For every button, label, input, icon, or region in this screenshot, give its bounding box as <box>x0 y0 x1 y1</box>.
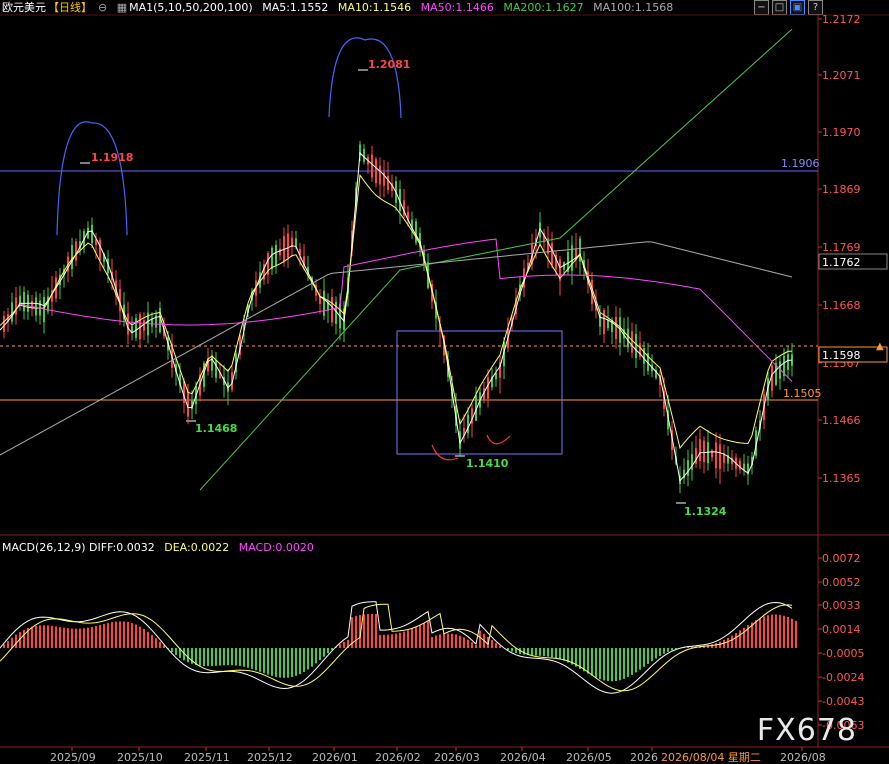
candle-body <box>295 238 297 247</box>
macd-tick-label: 0.0052 <box>822 576 861 589</box>
x-tick-label: 2026/02 <box>375 751 421 764</box>
price-tick-label: 1.2172 <box>822 13 861 26</box>
candle-body <box>375 158 377 184</box>
price-arrow-icon: ▲ <box>876 341 884 352</box>
macd-tick-label: -0.0005 <box>822 647 864 660</box>
ma50-line <box>19 238 793 382</box>
ma10-line <box>0 173 793 450</box>
macd-tick-label: 0.0014 <box>822 623 861 636</box>
macd-tick-label: -0.0043 <box>822 695 864 708</box>
x-tick-label: 2026/05 <box>566 751 612 764</box>
candle-body <box>699 439 701 461</box>
candle-body <box>187 391 189 417</box>
price-tick-label: 1.1466 <box>822 414 861 427</box>
candle-body <box>71 245 73 269</box>
candle-body <box>487 377 489 399</box>
candle-body <box>415 221 417 243</box>
x-tick-label: 2025/09 <box>50 751 96 764</box>
candle-body <box>211 355 213 371</box>
resistance-label: 1.1906 <box>781 157 820 170</box>
x-tick-label: 2026/08 <box>780 751 826 764</box>
macd-tick-label: -0.0024 <box>822 671 864 684</box>
candle-body <box>3 316 5 332</box>
watermark-logo: FX678 <box>756 713 857 748</box>
candle-body <box>11 302 13 322</box>
candle-body <box>99 239 101 261</box>
candle-body <box>787 354 789 370</box>
candle-body <box>323 290 325 316</box>
candle-body <box>603 309 605 335</box>
high1-label: 1.1918 <box>91 151 133 164</box>
candle-body <box>271 247 273 269</box>
macd-tick-label: 0.0033 <box>822 599 861 612</box>
current-price-value: 1.1598 <box>822 349 861 362</box>
price-tick-label: 1.1365 <box>822 472 861 485</box>
candle-body <box>91 224 93 244</box>
candle-body <box>15 297 17 315</box>
candle-body <box>23 291 25 312</box>
candle-body <box>279 248 281 256</box>
ma-tag-value: 1.1762 <box>822 256 861 269</box>
candle-body <box>387 176 389 190</box>
candle-body <box>715 442 717 469</box>
price-tick-label: 1.1970 <box>822 126 861 139</box>
low3-label: 1.1324 <box>684 505 727 518</box>
arc-top-2 <box>328 37 402 119</box>
price-tick-label: 1.1769 <box>822 241 861 254</box>
ma200-line <box>199 28 793 491</box>
price-chart[interactable]: 1.2172 1.2071 1.1970 1.1869 1.1769 1.1668 1.15… <box>0 0 889 764</box>
candle-body <box>127 313 129 335</box>
x-tick-label: 2025/10 <box>117 751 163 764</box>
candle-body <box>615 316 617 340</box>
candle-body <box>551 242 553 266</box>
arc-bottom-1 <box>431 444 459 461</box>
candle-body <box>371 154 373 178</box>
low1-label: 1.1468 <box>195 422 237 435</box>
x-tick-label: 2025/12 <box>247 751 293 764</box>
candle-body <box>703 440 705 463</box>
candle-body <box>215 360 217 378</box>
candle-body <box>275 244 277 266</box>
candle-body <box>627 328 629 348</box>
x-tick-label: 2026 <box>630 751 658 764</box>
x-tick-label: 2025/11 <box>184 751 230 764</box>
candle-body <box>287 233 289 258</box>
candle-body <box>379 165 381 185</box>
price-tick-label: 1.2071 <box>822 69 861 82</box>
candle-body <box>635 333 637 359</box>
high2-label: 1.2081 <box>368 58 410 71</box>
candle-body <box>135 318 137 338</box>
candle-body <box>607 319 609 329</box>
candle-body <box>363 148 365 162</box>
candle-body <box>35 297 37 316</box>
candle-body <box>719 444 721 469</box>
x-tick-label: 2026/01 <box>312 751 358 764</box>
x-tick-label: 2026/03 <box>434 751 480 764</box>
x-tick-label: 2026/04 <box>500 751 546 764</box>
candle-body <box>467 414 469 434</box>
macd-tick-label: 0.0072 <box>822 552 861 565</box>
support-label: 1.1505 <box>783 387 822 400</box>
price-tick-label: 1.1668 <box>822 299 861 312</box>
arc-bottom-2 <box>486 434 511 445</box>
price-tick-label: 1.1869 <box>822 183 861 196</box>
candle-body <box>75 241 77 261</box>
low2-label: 1.1410 <box>466 457 509 470</box>
candle-body <box>687 460 689 476</box>
x-tick-label: 2026/08/04 星期二 <box>661 751 761 764</box>
candle-body <box>631 331 633 353</box>
